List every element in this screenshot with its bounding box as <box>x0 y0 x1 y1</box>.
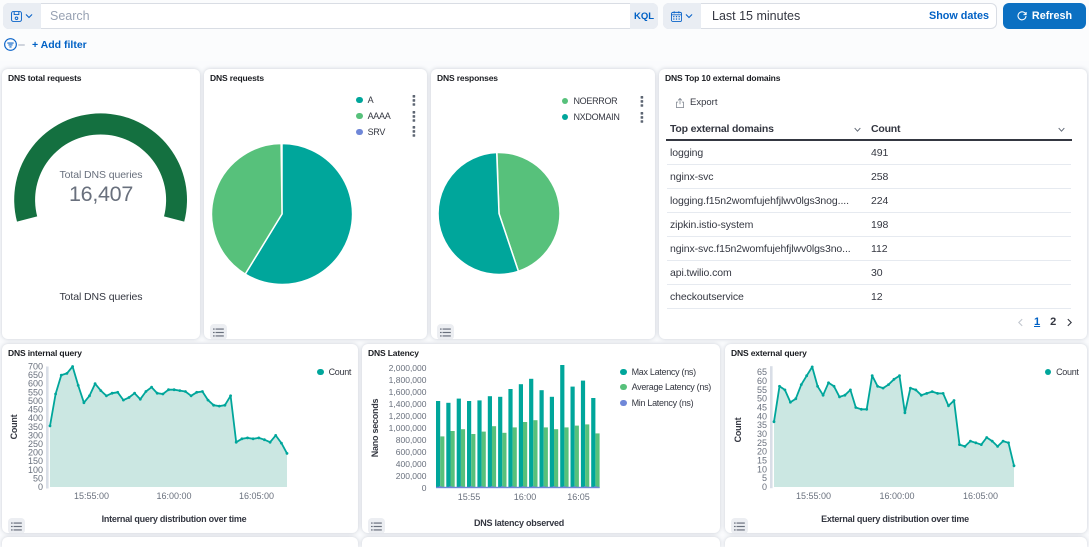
svg-text:0: 0 <box>762 482 767 492</box>
svg-text:1,800,000: 1,800,000 <box>389 375 427 385</box>
svg-text:16:00:00: 16:00:00 <box>879 491 914 501</box>
svg-text:600,000: 600,000 <box>396 447 427 457</box>
svg-text:15:55: 15:55 <box>458 492 481 502</box>
svg-text:800,000: 800,000 <box>396 435 427 445</box>
svg-text:16:00: 16:00 <box>514 492 537 502</box>
svg-text:16:05:00: 16:05:00 <box>239 491 274 501</box>
svg-text:2,000,000: 2,000,000 <box>389 363 427 373</box>
svg-text:400,000: 400,000 <box>396 459 427 469</box>
svg-text:15:55:00: 15:55:00 <box>74 491 109 501</box>
svg-text:16:05: 16:05 <box>567 492 590 502</box>
svg-text:0: 0 <box>38 482 43 492</box>
svg-text:0: 0 <box>422 483 427 493</box>
svg-text:1,400,000: 1,400,000 <box>389 399 427 409</box>
svg-text:1,000,000: 1,000,000 <box>389 423 427 433</box>
svg-text:16:00:00: 16:00:00 <box>156 491 191 501</box>
svg-text:16:05:00: 16:05:00 <box>963 491 998 501</box>
svg-text:15:55:00: 15:55:00 <box>796 491 831 501</box>
svg-text:1,200,000: 1,200,000 <box>389 411 427 421</box>
svg-text:1,600,000: 1,600,000 <box>389 387 427 397</box>
svg-text:200,000: 200,000 <box>396 471 427 481</box>
